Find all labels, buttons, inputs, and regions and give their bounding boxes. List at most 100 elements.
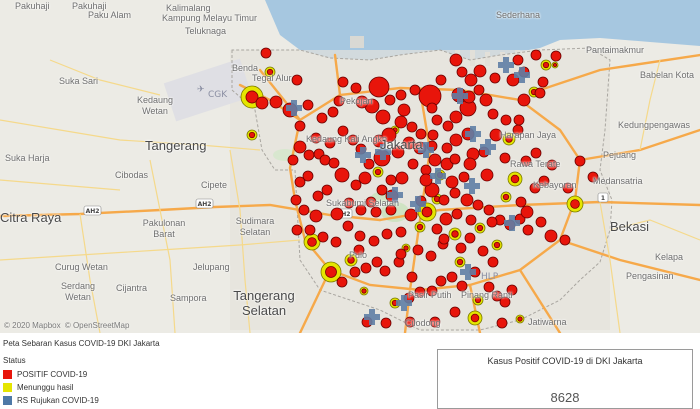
positive-marker[interactable] — [330, 207, 344, 221]
positive-marker[interactable] — [489, 72, 501, 84]
positive-marker[interactable] — [395, 89, 407, 101]
positive-marker[interactable] — [500, 114, 512, 126]
osm-attribution[interactable]: © OpenStreetMap — [65, 321, 130, 330]
positive-marker[interactable] — [493, 241, 501, 249]
positive-marker[interactable] — [431, 223, 443, 235]
positive-marker[interactable] — [309, 209, 323, 223]
positive-marker[interactable] — [316, 112, 328, 124]
positive-marker[interactable] — [574, 155, 586, 167]
positive-marker[interactable] — [449, 53, 463, 67]
positive-marker[interactable] — [375, 109, 391, 125]
positive-marker[interactable] — [328, 157, 340, 169]
positive-marker[interactable] — [483, 204, 495, 216]
positive-marker[interactable] — [428, 153, 442, 167]
hospital-marker[interactable] — [430, 168, 446, 184]
positive-marker[interactable] — [449, 133, 463, 147]
positive-marker[interactable] — [319, 154, 331, 166]
positive-marker[interactable] — [542, 61, 550, 69]
positive-marker[interactable] — [412, 244, 424, 256]
positive-marker[interactable] — [361, 288, 367, 294]
positive-marker[interactable] — [512, 54, 524, 66]
positive-marker[interactable] — [522, 224, 534, 236]
positive-marker[interactable] — [513, 114, 525, 126]
positive-marker[interactable] — [442, 120, 454, 132]
positive-marker[interactable] — [395, 171, 409, 185]
mapbox-attribution[interactable]: © 2020 Mapbox — [4, 321, 61, 330]
positive-marker[interactable] — [349, 266, 361, 278]
positive-marker[interactable] — [354, 230, 366, 242]
positive-marker[interactable] — [374, 168, 382, 176]
positive-marker[interactable] — [446, 271, 458, 283]
positive-marker[interactable] — [342, 220, 354, 232]
positive-marker[interactable] — [394, 115, 408, 129]
positive-marker[interactable] — [303, 149, 315, 161]
positive-marker[interactable] — [451, 230, 459, 238]
positive-marker[interactable] — [438, 194, 450, 206]
positive-marker[interactable] — [435, 275, 447, 287]
positive-marker[interactable] — [302, 170, 314, 182]
positive-marker[interactable] — [336, 276, 348, 288]
positive-marker[interactable] — [431, 114, 443, 126]
positive-marker[interactable] — [439, 212, 453, 226]
positive-marker[interactable] — [294, 120, 306, 132]
positive-marker[interactable] — [535, 216, 547, 228]
positive-marker[interactable] — [445, 175, 459, 189]
positive-marker[interactable] — [298, 204, 310, 216]
legend-item-hospital[interactable]: RS Rujukan COVID-19 — [3, 394, 99, 407]
positive-marker[interactable] — [406, 271, 418, 283]
positive-marker[interactable] — [397, 103, 411, 117]
positive-marker[interactable] — [384, 94, 396, 106]
positive-marker[interactable] — [499, 152, 511, 164]
map-view[interactable]: ✈ CGK HLP AH2 AH2 AH2 1 Pakuhaji Pakuhaji Paku … — [0, 0, 700, 333]
positive-marker[interactable] — [451, 208, 463, 220]
positive-marker[interactable] — [376, 184, 388, 196]
positive-marker[interactable] — [406, 121, 418, 133]
positive-marker[interactable] — [550, 50, 562, 62]
positive-marker[interactable] — [334, 167, 350, 183]
positive-marker[interactable] — [470, 313, 480, 323]
positive-marker[interactable] — [441, 142, 453, 154]
hospital-marker[interactable] — [498, 57, 514, 73]
positive-marker[interactable] — [358, 171, 372, 185]
positive-marker[interactable] — [476, 224, 484, 232]
positive-marker[interactable] — [327, 106, 339, 118]
positive-marker[interactable] — [269, 95, 283, 109]
positive-marker[interactable] — [435, 74, 447, 86]
positive-marker[interactable] — [291, 224, 303, 236]
positive-marker[interactable] — [464, 73, 478, 87]
positive-marker[interactable] — [449, 187, 461, 199]
positive-marker[interactable] — [570, 199, 580, 209]
positive-marker[interactable] — [293, 140, 307, 154]
positive-marker[interactable] — [421, 206, 433, 218]
positive-marker[interactable] — [552, 62, 558, 68]
positive-marker[interactable] — [487, 256, 499, 268]
positive-marker[interactable] — [449, 110, 463, 124]
positive-marker[interactable] — [360, 262, 372, 274]
positive-marker[interactable] — [460, 193, 474, 207]
positive-marker[interactable] — [371, 256, 383, 268]
positive-marker[interactable] — [379, 265, 391, 277]
positive-marker[interactable] — [458, 171, 470, 183]
positive-marker[interactable] — [537, 76, 549, 88]
positive-marker[interactable] — [385, 174, 397, 186]
positive-marker[interactable] — [438, 233, 450, 245]
positive-marker[interactable] — [260, 47, 272, 59]
positive-marker[interactable] — [337, 76, 349, 88]
positive-marker[interactable] — [370, 206, 382, 218]
positive-marker[interactable] — [427, 129, 439, 141]
positive-marker[interactable] — [473, 64, 487, 78]
positive-marker[interactable] — [463, 157, 477, 171]
positive-marker[interactable] — [420, 164, 432, 176]
positive-marker[interactable] — [486, 216, 498, 228]
positive-marker[interactable] — [480, 168, 494, 182]
positive-marker[interactable] — [544, 229, 558, 243]
positive-marker[interactable] — [517, 316, 523, 322]
positive-marker[interactable] — [368, 235, 380, 247]
positive-marker[interactable] — [350, 82, 362, 94]
positive-marker[interactable] — [479, 93, 493, 107]
positive-marker[interactable] — [464, 232, 476, 244]
positive-marker[interactable] — [381, 228, 393, 240]
positive-marker[interactable] — [302, 99, 314, 111]
positive-marker[interactable] — [455, 242, 467, 254]
positive-marker[interactable] — [403, 245, 409, 251]
